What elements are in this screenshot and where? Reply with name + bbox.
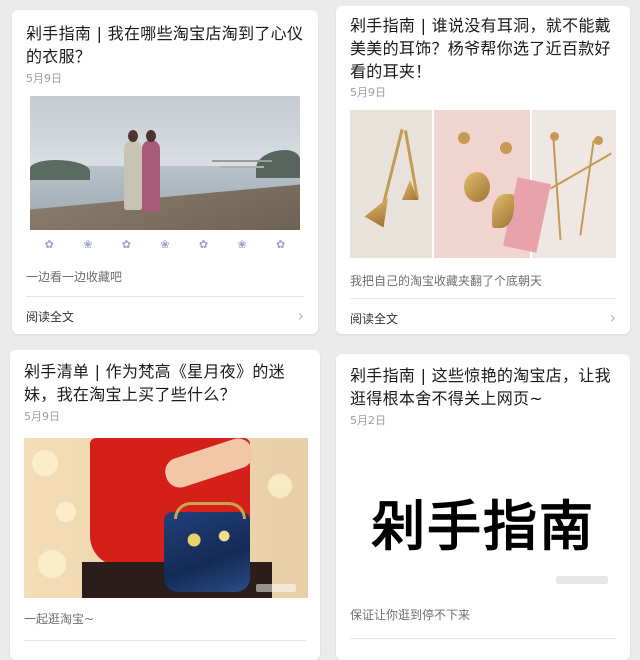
- divider: [350, 638, 616, 639]
- article-date: 5月2日: [350, 414, 386, 427]
- article-title[interactable]: 剁手指南 | 我在哪些淘宝店淘到了心仪的衣服？: [26, 22, 306, 68]
- read-more-link[interactable]: 阅读全文 ›: [350, 308, 616, 328]
- article-title[interactable]: 剁手指南 | 谁说没有耳洞，就不能戴美美的耳饰？杨爷帮你选了近百款好看的耳夹！: [350, 14, 618, 83]
- article-date: 5月9日: [350, 86, 386, 99]
- cover-title: 剁手指南: [371, 495, 595, 558]
- chevron-right-icon: ›: [297, 306, 304, 325]
- article-summary: 保证让你逛到停不下来: [350, 608, 471, 622]
- article-cover-image[interactable]: 剁手指南: [350, 438, 616, 594]
- watermark: [256, 584, 296, 592]
- article-title[interactable]: 剁手清单 | 作为梵高《星月夜》的迷妹，我在淘宝上买了些什么？: [24, 360, 308, 406]
- article-summary: 一起逛淘宝~: [24, 612, 95, 626]
- chevron-right-icon: ›: [609, 308, 616, 327]
- article-card-3[interactable]: 剁手清单 | 作为梵高《星月夜》的迷妹，我在淘宝上买了些什么？ 5月9日 一起逛…: [10, 350, 320, 660]
- read-more-label: 阅读全文: [350, 311, 399, 326]
- article-cover-image[interactable]: [24, 438, 308, 598]
- article-date: 5月9日: [26, 72, 62, 85]
- read-more-label: 阅读全文: [26, 309, 75, 324]
- article-summary: 一边看一边收藏吧: [26, 270, 123, 284]
- article-card-2[interactable]: 剁手指南 | 谁说没有耳洞，就不能戴美美的耳饰？杨爷帮你选了近百款好看的耳夹！ …: [336, 6, 630, 334]
- read-more-link[interactable]: 阅读全文 ›: [26, 306, 304, 326]
- divider: [26, 296, 304, 297]
- divider: [350, 298, 616, 299]
- article-cover-image[interactable]: [350, 110, 616, 258]
- watermark: [556, 576, 608, 584]
- article-date: 5月9日: [24, 410, 60, 423]
- article-cover-image[interactable]: ✿ ❀ ✿ ❀ ✿ ❀ ✿: [30, 96, 300, 258]
- article-card-1[interactable]: 剁手指南 | 我在哪些淘宝店淘到了心仪的衣服？ 5月9日 ✿ ❀ ✿ ❀ ✿ ❀ ✿ 一边看…: [12, 10, 318, 334]
- article-card-4[interactable]: 剁手指南 | 这些惊艳的淘宝店，让我逛得根本舍不得关上网页~ 5月2日 剁手指南…: [336, 354, 630, 660]
- divider: [24, 640, 306, 641]
- article-summary: 我把自己的淘宝收藏夹翻了个底朝天: [350, 274, 543, 288]
- article-title[interactable]: 剁手指南 | 这些惊艳的淘宝店，让我逛得根本舍不得关上网页~: [350, 364, 618, 410]
